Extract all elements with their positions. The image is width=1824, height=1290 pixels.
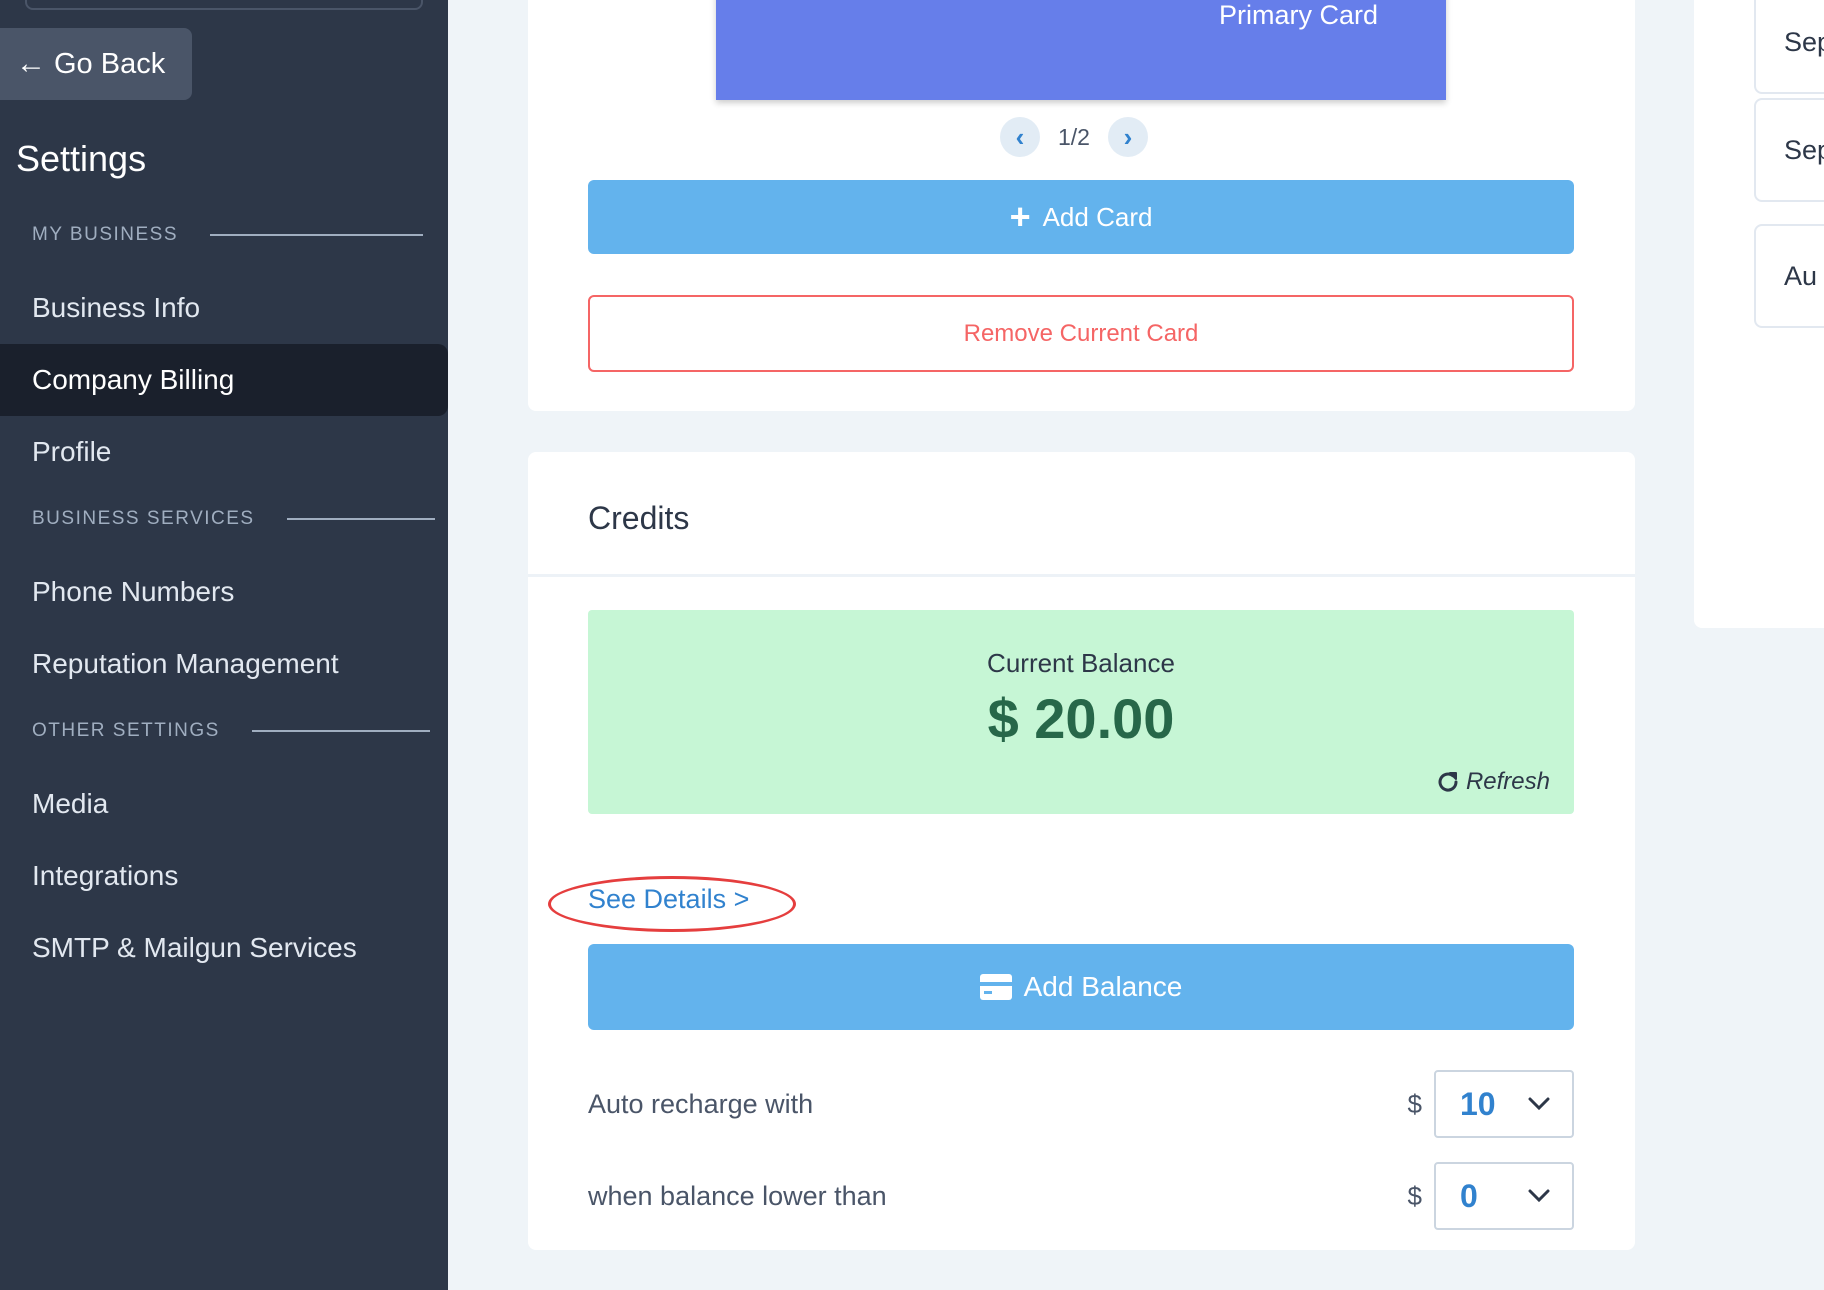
balance-box: Current Balance $ 20.00 Refresh: [588, 610, 1574, 814]
credit-card-icon: [979, 974, 1012, 1000]
sidebar-item-label: Phone Numbers: [32, 576, 235, 607]
sidebar-item-company-billing[interactable]: Company Billing: [0, 344, 448, 416]
threshold-amount-select[interactable]: 0: [1434, 1162, 1574, 1230]
section-label: MY BUSINESS: [32, 224, 179, 245]
section-label: OTHER SETTINGS: [32, 720, 220, 741]
select-value: 0: [1460, 1177, 1478, 1214]
refresh-label: Refresh: [1465, 768, 1550, 795]
select-value: 10: [1460, 1085, 1496, 1122]
sidebar-item-reputation-management[interactable]: Reputation Management: [0, 628, 448, 700]
refresh-button[interactable]: Refresh: [1436, 768, 1550, 796]
section-header-other-settings: OTHER SETTINGS: [32, 720, 430, 742]
sidebar-item-label: Company Billing: [32, 364, 235, 395]
remove-card-label: Remove Current Card: [963, 319, 1199, 347]
currency-symbol: $: [1407, 1088, 1422, 1119]
sidebar-item-phone-numbers[interactable]: Phone Numbers: [0, 556, 448, 628]
sidebar-top-field[interactable]: [25, 0, 423, 10]
right-panel-item-label: Au: [1784, 260, 1818, 291]
threshold-row: when balance lower than $ 0: [588, 1162, 1574, 1230]
right-panel-item-label: Sep: [1784, 26, 1824, 57]
arrow-left-icon: ←: [16, 47, 46, 80]
credits-title: Credits: [588, 500, 690, 536]
settings-title: Settings: [16, 138, 147, 179]
go-back-button[interactable]: ← Go Back: [0, 28, 192, 100]
see-details-link[interactable]: See Details >: [588, 884, 749, 915]
section-label: BUSINESS SERVICES: [32, 508, 255, 529]
currency-symbol: $: [1407, 1180, 1422, 1211]
sidebar-item-label: Integrations: [32, 860, 179, 891]
pager-count: 1/2: [1058, 123, 1090, 150]
sidebar-item-media[interactable]: Media: [0, 768, 448, 840]
section-divider: [251, 730, 430, 732]
chevron-right-icon[interactable]: ›: [1107, 117, 1148, 157]
sidebar-item-smtp-mailgun[interactable]: SMTP & Mailgun Services: [0, 912, 448, 984]
sidebar-item-label: SMTP & Mailgun Services: [32, 932, 357, 963]
right-panel-item[interactable]: Sep: [1754, 0, 1824, 94]
balance-label: Current Balance: [987, 648, 1175, 678]
section-header-my-business: MY BUSINESS: [32, 224, 424, 246]
auto-recharge-amount-select[interactable]: 10: [1434, 1070, 1574, 1138]
credits-divider: [528, 574, 1635, 577]
section-divider: [210, 234, 424, 236]
balance-amount: $ 20.00: [987, 687, 1175, 750]
right-side-panel: Sep Sep Au: [1694, 0, 1824, 628]
sidebar-item-label: Media: [32, 788, 109, 819]
go-back-label: Go Back: [54, 47, 166, 80]
add-card-label: Add Card: [1042, 201, 1153, 232]
threshold-label: when balance lower than: [588, 1180, 887, 1211]
sidebar-item-business-info[interactable]: Business Info: [0, 272, 448, 344]
right-panel-item[interactable]: Sep: [1754, 98, 1824, 202]
add-balance-label: Add Balance: [1023, 971, 1183, 1002]
auto-recharge-row: Auto recharge with $ 10: [588, 1070, 1574, 1138]
sidebar-item-label: Reputation Management: [32, 648, 339, 679]
auto-recharge-label: Auto recharge with: [588, 1088, 814, 1119]
chevron-down-icon: [1528, 1189, 1550, 1203]
payment-cards-panel: Primary Card ‹ 1/2 › + Add Card Remove C…: [528, 0, 1635, 411]
sidebar-item-label: Business Info: [32, 292, 201, 323]
section-divider: [286, 518, 435, 520]
chevron-down-icon: [1528, 1097, 1550, 1111]
sidebar-item-profile[interactable]: Profile: [0, 416, 448, 488]
right-panel-item-label: Sep: [1784, 134, 1824, 165]
chevron-left-icon[interactable]: ‹: [1000, 117, 1040, 157]
refresh-icon: [1438, 772, 1458, 792]
primary-card-display: Primary Card: [716, 0, 1446, 100]
add-card-button[interactable]: + Add Card: [588, 180, 1574, 254]
primary-card-label: Primary Card: [1218, 0, 1378, 30]
plus-icon: +: [1009, 196, 1031, 237]
card-pager: ‹ 1/2 ›: [1000, 117, 1148, 157]
add-balance-button[interactable]: Add Balance: [588, 944, 1574, 1030]
remove-card-button[interactable]: Remove Current Card: [588, 295, 1574, 372]
section-header-business-services: BUSINESS SERVICES: [32, 508, 435, 530]
settings-sidebar: ← Go Back Settings MY BUSINESS Business …: [0, 0, 448, 1290]
credits-panel: Credits Current Balance $ 20.00 Refresh …: [528, 452, 1635, 1250]
sidebar-item-label: Profile: [32, 436, 112, 467]
right-panel-item[interactable]: Au: [1754, 224, 1824, 328]
sidebar-item-integrations[interactable]: Integrations: [0, 840, 448, 912]
